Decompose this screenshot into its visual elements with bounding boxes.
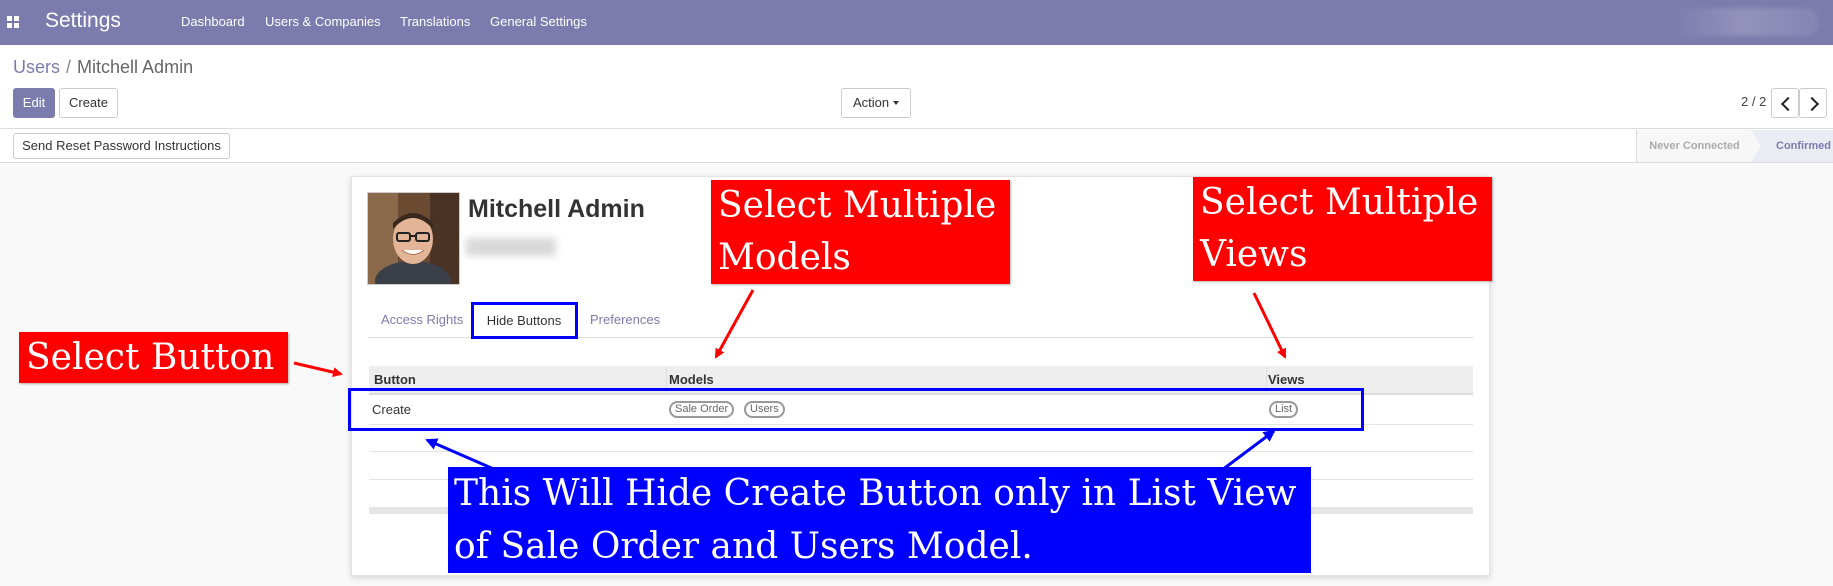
stage-arrow xyxy=(1751,130,1761,162)
arrow-to-models xyxy=(714,289,755,359)
arrow-to-button-column xyxy=(293,361,343,378)
arrow-to-list-tag xyxy=(1221,429,1276,472)
annotation-arrows xyxy=(293,289,1287,472)
arrow-to-create-cell xyxy=(425,438,497,472)
arrow-to-views xyxy=(1252,292,1287,359)
